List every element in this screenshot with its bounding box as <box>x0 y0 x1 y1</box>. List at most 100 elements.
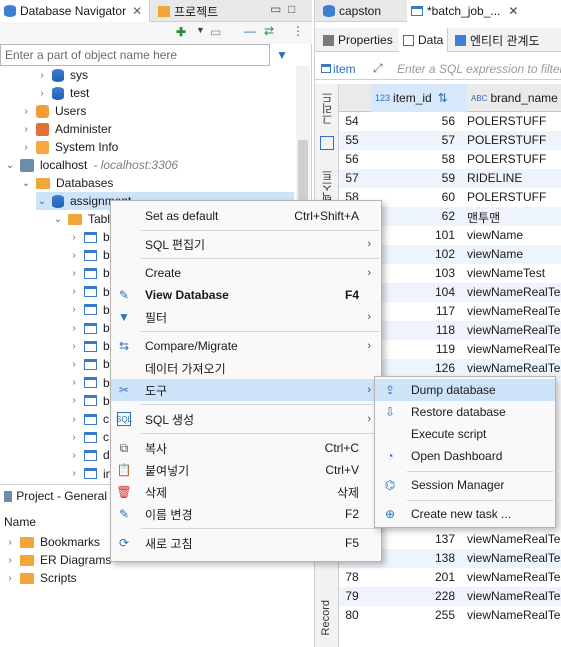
menu-item-tools[interactable]: ✂ 도구 › <box>111 379 381 401</box>
tree-item-localhost[interactable]: ⌄ localhost - localhost:3306 <box>4 156 178 174</box>
cell-brand-name[interactable]: viewNameRealTes <box>467 532 561 546</box>
row-number[interactable]: 80 <box>339 608 365 622</box>
tree-item-table[interactable]: › c <box>68 428 109 446</box>
tree-item-table[interactable]: › d <box>68 446 109 464</box>
cell-brand-name[interactable]: viewNameTest <box>467 266 561 280</box>
cell-item-id[interactable]: 56 <box>365 114 461 128</box>
cell-brand-name[interactable]: RIDELINE <box>467 171 561 185</box>
collapse-icon[interactable]: ⌄ <box>4 160 16 171</box>
expand-icon[interactable]: › <box>68 359 80 370</box>
close-icon[interactable]: ✕ <box>508 4 518 18</box>
dropdown-icon[interactable]: ▼ <box>196 25 205 35</box>
cell-brand-name[interactable]: viewNameRealTes <box>467 304 561 318</box>
submenu-item-open-dashboard[interactable]: ◔ Open Dashboard <box>375 445 555 467</box>
tree-item-table[interactable]: › b <box>68 301 109 319</box>
row-number[interactable]: 56 <box>339 152 365 166</box>
menu-item-sql-editor[interactable]: SQL 편집기 › <box>111 233 381 255</box>
expand-icon[interactable]: › <box>68 468 80 479</box>
cell-item-id[interactable]: 57 <box>365 133 461 147</box>
table-row[interactable]: 79 228 viewNameRealTes <box>339 587 561 606</box>
submenu-item-session-manager[interactable]: ⌬ Session Manager <box>375 474 555 496</box>
cell-brand-name[interactable]: POLERSTUFF <box>467 133 561 147</box>
tree-item-table[interactable]: › b <box>68 246 109 264</box>
column-header-brand-name[interactable]: ABC brand_name <box>467 84 561 112</box>
tree-item-test[interactable]: › test <box>36 84 89 102</box>
tree-item-table[interactable]: › b <box>68 392 109 410</box>
cell-brand-name[interactable]: viewName <box>467 228 561 242</box>
cell-item-id[interactable]: 58 <box>365 152 461 166</box>
table-row[interactable]: 56 58 POLERSTUFF <box>339 150 561 169</box>
menu-item-rename[interactable]: ✎ 이름 변경 F2 <box>111 503 381 525</box>
menu-item-import-data[interactable]: 데이터 가져오기 <box>111 357 381 379</box>
menu-item-create[interactable]: Create › <box>111 262 381 284</box>
expand-icon[interactable]: › <box>68 414 80 425</box>
tree-item-system-info[interactable]: › System Info <box>20 138 118 156</box>
project-item-bookmarks[interactable]: › Bookmarks <box>4 533 100 551</box>
collapse-icon[interactable]: ⌄ <box>36 196 48 207</box>
expand-icon[interactable]: › <box>68 395 80 406</box>
menu-item-copy[interactable]: ⧉ 복사 Ctrl+C <box>111 437 381 459</box>
cell-brand-name[interactable]: viewNameRealTes <box>467 589 561 603</box>
scrollbar-thumb[interactable] <box>298 140 308 200</box>
more-icon[interactable]: ⋮ <box>292 24 304 38</box>
expand-icon[interactable]: › <box>4 537 16 548</box>
row-number[interactable]: 55 <box>339 133 365 147</box>
expand-icon[interactable]: › <box>68 450 80 461</box>
cell-brand-name[interactable]: POLERSTUFF <box>467 190 561 204</box>
new-connection-icon[interactable]: ✚ <box>176 25 186 39</box>
table-row[interactable]: 54 56 POLERSTUFF <box>339 112 561 131</box>
row-number[interactable]: 57 <box>339 171 365 185</box>
sort-icon[interactable]: ⇅ <box>438 91 448 105</box>
text-mode-tab[interactable]: 텍스트 <box>320 170 336 203</box>
menu-item-delete[interactable]: 🗑 삭제 삭제 <box>111 481 381 503</box>
tree-item-table[interactable]: › b <box>68 264 109 282</box>
expand-icon[interactable]: › <box>68 432 80 443</box>
expand-icon[interactable]: › <box>20 124 32 135</box>
tree-item-table[interactable]: › in <box>68 465 112 483</box>
tree-item-table[interactable]: › b <box>68 355 109 373</box>
expand-icon[interactable]: › <box>36 70 48 81</box>
cell-brand-name[interactable]: viewNameRealTes <box>467 323 561 337</box>
row-number[interactable]: 78 <box>339 570 365 584</box>
tree-item-table[interactable]: › b <box>68 319 109 337</box>
close-icon[interactable]: ✕ <box>132 4 142 18</box>
collapse-icon[interactable]: — <box>244 24 256 38</box>
cell-brand-name[interactable]: POLERSTUFF <box>467 114 561 128</box>
tab-project-general[interactable]: Project - General <box>0 485 112 507</box>
tab-data[interactable]: Data <box>399 28 449 52</box>
editor-tab-batch-job[interactable]: *batch_job_... ✕ <box>407 0 561 22</box>
expand-icon[interactable]: › <box>68 268 80 279</box>
table-row[interactable]: 80 255 viewNameRealTes <box>339 606 561 625</box>
grid-mode-tab[interactable]: 그리드 <box>320 92 336 125</box>
record-mode-tab[interactable]: Record <box>320 600 332 635</box>
cell-item-id[interactable]: 59 <box>365 171 461 185</box>
navigator-filter-input[interactable]: Enter a part of object name here <box>0 44 270 66</box>
expand-icon[interactable]: › <box>68 250 80 261</box>
menu-item-sql-generate[interactable]: SQL SQL 생성 › <box>111 408 381 430</box>
tree-item-sys[interactable]: › sys <box>36 66 88 84</box>
cell-item-id[interactable]: 228 <box>365 589 461 603</box>
tree-item-administer[interactable]: › Administer <box>20 120 111 138</box>
folder-icon[interactable]: ▭ <box>210 25 221 39</box>
editor-tab-capston[interactable]: capston <box>319 0 385 22</box>
cell-brand-name[interactable]: viewName <box>467 247 561 261</box>
cell-item-id[interactable]: 255 <box>365 608 461 622</box>
expand-icon[interactable]: › <box>4 555 16 566</box>
expand-icon[interactable]: › <box>68 341 80 352</box>
cell-brand-name[interactable]: viewNameRealTes <box>467 361 561 375</box>
tree-item-tables[interactable]: ⌄ Tabl <box>52 210 110 228</box>
tab-project[interactable]: 프로젝트 <box>154 0 264 22</box>
cell-item-id[interactable]: 201 <box>365 570 461 584</box>
table-row[interactable]: 55 57 POLERSTUFF <box>339 131 561 150</box>
menu-item-compare-migrate[interactable]: ⇆ Compare/Migrate › <box>111 335 381 357</box>
expand-icon[interactable]: › <box>68 304 80 315</box>
link-icon[interactable]: ⇄ <box>264 24 274 38</box>
menu-item-view-database[interactable]: ✎ View Database F4 <box>111 284 381 306</box>
cell-brand-name[interactable]: viewNameRealTes <box>467 570 561 584</box>
submenu-item-dump-database[interactable]: ⇪ Dump database <box>375 379 555 401</box>
filter-field[interactable]: item <box>321 62 356 76</box>
expand-icon[interactable]: › <box>68 377 80 388</box>
sql-filter-input[interactable]: Enter a SQL expression to filter <box>397 62 561 76</box>
row-number[interactable]: 54 <box>339 114 365 128</box>
cell-brand-name[interactable]: viewNameRealTes <box>467 342 561 356</box>
